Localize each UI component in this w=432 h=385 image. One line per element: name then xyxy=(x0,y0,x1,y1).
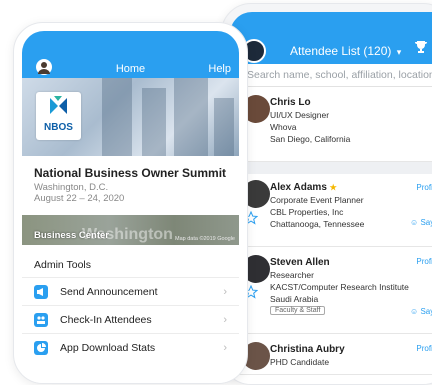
app-download-stats-button[interactable]: App Download Stats › xyxy=(22,333,239,361)
help-button[interactable]: Help xyxy=(208,63,231,75)
say-hi-label: Say Hi xyxy=(420,307,432,316)
admin-tool-label: Send Announcement xyxy=(60,285,158,298)
divider xyxy=(230,162,432,174)
banner-building xyxy=(214,98,234,156)
attendee-title: Researcher xyxy=(270,270,314,280)
page-title: Home xyxy=(115,63,146,75)
attendee-name: Chris Lo xyxy=(270,97,311,108)
event-title: National Business Owner Summit xyxy=(34,166,227,180)
send-announcement-button[interactable]: Send Announcement › xyxy=(22,277,239,305)
chat-bubble-icon: ☺ xyxy=(410,218,419,227)
home-header: Home Help xyxy=(22,31,239,78)
attendee-organization: CBL Properties, Inc xyxy=(270,207,344,217)
attendee-title: Corporate Event Planner xyxy=(270,195,364,205)
chevron-right-icon: › xyxy=(223,285,227,298)
attendee-tag: Faculty & Staff xyxy=(270,306,326,315)
trophy-icon[interactable] xyxy=(414,40,428,54)
profile-link[interactable]: Profile › xyxy=(416,344,432,353)
say-hi-label: Say Hi xyxy=(420,218,432,227)
banner-building xyxy=(174,78,208,156)
attendee-name: Christina Aubry xyxy=(270,344,345,355)
search-bar[interactable]: Search name, school, affiliation, locati… xyxy=(230,64,432,87)
attendee-name: Steven Allen xyxy=(270,257,330,268)
profile-link-label: Profile xyxy=(416,183,432,192)
banner-building xyxy=(102,78,132,156)
pie-chart-icon xyxy=(34,340,48,355)
attendee-list: Chris Lo UI/UX Designer Whova San Diego,… xyxy=(230,87,432,375)
event-info: National Business Owner Summit Washingto… xyxy=(22,156,239,212)
list-item[interactable]: Alex Adams ★ Corporate Event Planner CBL… xyxy=(230,174,432,247)
attendee-name-text: Alex Adams xyxy=(270,182,327,193)
home-phone: Home Help NBOS National Business Owner S… xyxy=(13,22,248,384)
attendee-title: PHD Candidate xyxy=(270,357,330,367)
chevron-down-icon: ▾ xyxy=(396,47,402,57)
list-item[interactable]: Christina Aubry PHD Candidate Profile › xyxy=(230,334,432,375)
say-hi-button[interactable]: ☺ Say Hi xyxy=(410,307,432,316)
list-item[interactable]: Steven Allen Researcher KACST/Computer R… xyxy=(230,247,432,334)
attendee-list-title-text: Attendee List (120) xyxy=(290,44,392,58)
nbos-logo-icon xyxy=(50,96,67,114)
profile-link-label: Profile xyxy=(416,344,432,353)
event-location: Washington, D.C. xyxy=(34,182,109,193)
event-logo: NBOS xyxy=(36,92,81,140)
search-input[interactable]: Search name, school, affiliation, locati… xyxy=(247,69,432,81)
megaphone-icon xyxy=(34,284,48,299)
profile-link[interactable]: Profile › xyxy=(416,183,432,192)
home-screen: Home Help NBOS National Business Owner S… xyxy=(22,31,239,383)
attendee-list-title[interactable]: Attendee List (120) ▾ xyxy=(290,44,401,58)
admin-tool-label: App Download Stats xyxy=(60,341,156,354)
attendee-location: San Diego, California xyxy=(270,134,351,144)
attendee-name: Alex Adams ★ xyxy=(270,182,337,193)
attendee-organization: Whova xyxy=(270,122,297,132)
venue-map[interactable]: Washington Business Center Map data ©201… xyxy=(22,215,239,245)
profile-link-label: Profile xyxy=(416,257,432,266)
admin-tools-heading: Admin Tools xyxy=(34,259,92,271)
chevron-right-icon: › xyxy=(223,313,227,326)
people-icon xyxy=(34,312,48,327)
say-hi-button[interactable]: ☺ Say Hi xyxy=(410,218,432,227)
list-item[interactable]: Chris Lo UI/UX Designer Whova San Diego,… xyxy=(230,87,432,162)
event-banner: NBOS xyxy=(22,78,239,156)
star-badge-icon: ★ xyxy=(329,183,337,192)
attendee-location: Saudi Arabia xyxy=(270,294,319,304)
attendee-list-header: Attendee List (120) ▾ xyxy=(230,12,432,64)
attendee-organization: KACST/Computer Research Institute xyxy=(270,282,409,292)
admin-tool-label: Check-In Attendees xyxy=(60,313,152,326)
map-credit: Map data ©2019 Google xyxy=(174,236,235,242)
profile-link[interactable]: Profile › xyxy=(416,257,432,266)
chevron-right-icon: › xyxy=(223,341,227,354)
venue-label: Business Center xyxy=(34,230,109,241)
attendee-title: UI/UX Designer xyxy=(270,110,330,120)
banner-building xyxy=(142,88,166,156)
attendee-list-phone: Attendee List (120) ▾ Search name, schoo… xyxy=(221,3,432,385)
check-in-attendees-button[interactable]: Check-In Attendees › xyxy=(22,305,239,333)
logo-text: NBOS xyxy=(44,122,73,133)
chat-bubble-icon: ☺ xyxy=(410,307,419,316)
attendee-list-screen: Attendee List (120) ▾ Search name, schoo… xyxy=(230,12,432,384)
attendee-location: Chattanooga, Tennessee xyxy=(270,219,365,229)
event-dates: August 22 – 24, 2020 xyxy=(34,193,125,204)
